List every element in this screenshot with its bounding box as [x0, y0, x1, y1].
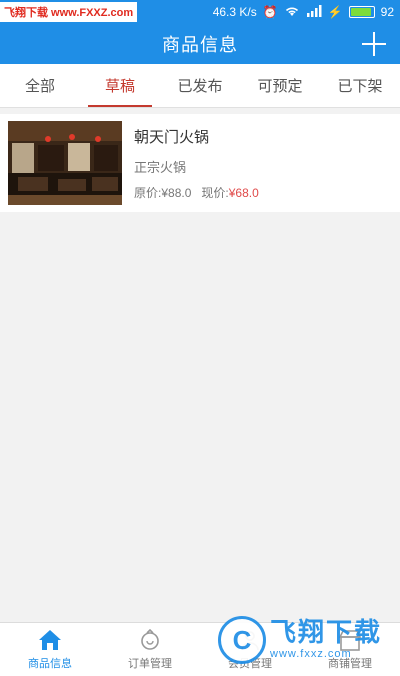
tab-all[interactable]: 全部: [0, 64, 80, 107]
product-name: 朝天门火锅: [134, 127, 210, 146]
battery-level: 92: [380, 5, 394, 19]
nav-order-management[interactable]: 订单管理: [100, 623, 200, 676]
home-icon: [38, 629, 62, 651]
network-speed: 46.3 K/s: [212, 5, 257, 19]
nav-label: 商铺管理: [328, 656, 372, 670]
original-price-label: 原价:: [134, 185, 162, 200]
current-price: 现价:¥68.0: [201, 184, 258, 201]
tab-published[interactable]: 已发布: [160, 64, 240, 107]
nav-label: 订单管理: [128, 656, 172, 670]
product-prices: 原价:¥88.0 现价:¥68.0: [134, 184, 259, 201]
current-price-value: ¥68.0: [228, 185, 259, 200]
top-watermark: 飞翔下载 www.FXXZ.com: [0, 2, 138, 22]
wifi-icon: [284, 5, 300, 19]
bottom-navigation: 商品信息 订单管理 会员管理 商铺管理: [0, 622, 400, 676]
add-product-button[interactable]: [360, 30, 388, 58]
nav-label: 会员管理: [228, 656, 272, 670]
nav-product-info[interactable]: 商品信息: [0, 623, 100, 676]
current-price-label: 现价:: [201, 185, 229, 200]
alarm-icon: ⏰: [262, 5, 278, 19]
tab-draft[interactable]: 草稿: [80, 64, 160, 107]
product-info: 朝天门火锅 正宗火锅 原价:¥88.0 现价:¥68.0: [134, 121, 259, 205]
nav-shop-management[interactable]: 商铺管理: [300, 623, 400, 676]
product-list-item[interactable]: 朝天门火锅 正宗火锅 原价:¥88.0 现价:¥68.0: [0, 114, 400, 212]
order-icon: [138, 628, 162, 651]
tab-delisted[interactable]: 已下架: [320, 64, 400, 107]
battery-icon: [348, 6, 375, 18]
app-header: 商品信息: [0, 24, 400, 64]
shop-icon: [338, 629, 362, 651]
original-price-value: ¥88.0: [161, 185, 192, 200]
product-description: 正宗火锅: [134, 160, 187, 176]
nav-label: 商品信息: [28, 656, 72, 670]
status-bar: 飞翔下载 www.FXXZ.com 46.3 K/s ⏰ ⚡ 92: [0, 0, 400, 24]
product-thumbnail: [8, 121, 122, 205]
nav-member-management[interactable]: 会员管理: [200, 623, 300, 676]
status-indicators: 46.3 K/s ⏰ ⚡ 92: [213, 0, 394, 24]
charging-icon: ⚡: [327, 5, 343, 19]
page-title: 商品信息: [162, 35, 238, 56]
status-tabs: 全部 草稿 已发布 可预定 已下架: [0, 64, 400, 108]
signal-icon: [306, 5, 322, 19]
member-icon: [238, 629, 262, 651]
original-price: 原价:¥88.0: [134, 184, 191, 201]
tab-reservable[interactable]: 可预定: [240, 64, 320, 107]
app-root: 飞翔下载 www.FXXZ.com 46.3 K/s ⏰ ⚡ 92 商品信息 全…: [0, 0, 400, 676]
